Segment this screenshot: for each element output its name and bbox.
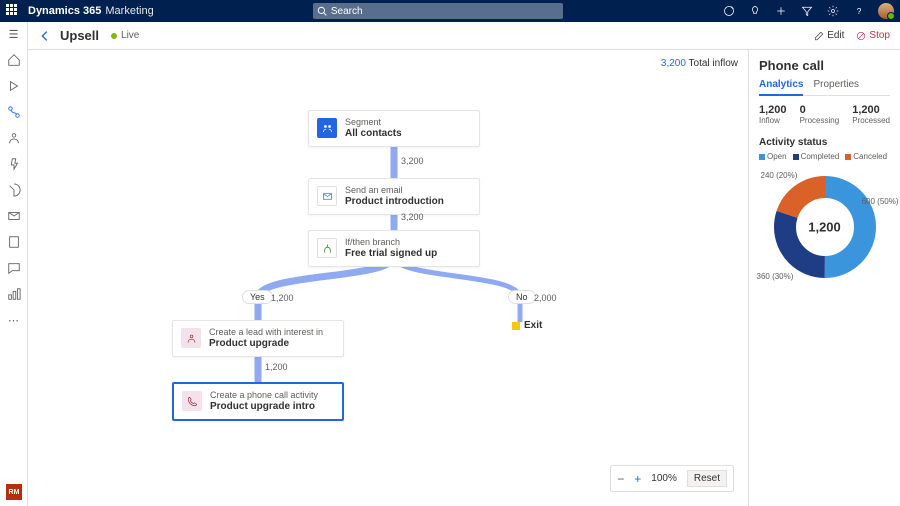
tab-properties[interactable]: Properties <box>813 79 859 95</box>
area-switcher-badge[interactable]: RM <box>6 484 22 500</box>
stop-icon <box>856 31 866 41</box>
conn-seg-email: 3,200 <box>401 156 424 166</box>
page-header: Upsell Live Edit Stop <box>28 22 900 50</box>
email-icon <box>317 186 337 206</box>
back-icon[interactable] <box>38 29 52 43</box>
branch-yes-label: Yes <box>242 290 273 304</box>
exit-icon <box>512 322 520 330</box>
stat-processed: 1,200Processed <box>852 104 890 125</box>
add-icon[interactable] <box>774 4 788 18</box>
product-name: Dynamics 365Marketing <box>28 5 154 17</box>
tab-analytics[interactable]: Analytics <box>759 79 803 96</box>
legend: Open Completed Canceled <box>759 152 890 161</box>
branch-no-label: No <box>508 290 536 304</box>
lightbulb-icon[interactable] <box>748 4 762 18</box>
user-avatar[interactable] <box>878 3 894 19</box>
nav-email-icon[interactable] <box>6 208 22 224</box>
app-launcher-icon[interactable] <box>6 4 20 18</box>
branch-no-count: 2,000 <box>534 293 557 303</box>
exit-marker: Exit <box>512 320 542 331</box>
activity-status-title: Activity status <box>759 137 890 148</box>
assistant-icon[interactable] <box>722 4 736 18</box>
edit-button[interactable]: Edit <box>814 30 844 41</box>
search-icon <box>317 6 327 16</box>
filter-icon[interactable] <box>800 4 814 18</box>
global-header: Dynamics 365Marketing Search ? <box>0 0 900 22</box>
zoom-reset-button[interactable]: Reset <box>687 470 727 487</box>
donut-label-open: 600 (50%) <box>862 197 899 206</box>
node-segment[interactable]: SegmentAll contacts <box>308 110 480 147</box>
zoom-out-button[interactable]: − <box>617 472 624 486</box>
nav-journeys-icon[interactable] <box>6 104 22 120</box>
page-title: Upsell <box>60 28 99 43</box>
stop-button[interactable]: Stop <box>856 30 890 41</box>
svg-text:?: ? <box>857 7 862 16</box>
nav-segments-icon[interactable] <box>6 182 22 198</box>
zoom-percent: 100% <box>651 473 677 484</box>
conn-email-branch: 3,200 <box>401 212 424 222</box>
donut-label-canceled: 240 (20%) <box>761 171 798 180</box>
nav-recent-icon[interactable] <box>6 78 22 94</box>
nav-chat-icon[interactable] <box>6 260 22 276</box>
activity-status-donut: 1,200 240 (20%) 600 (50%) 360 (30%) <box>765 167 885 287</box>
nav-home-icon[interactable] <box>6 52 22 68</box>
donut-label-completed: 360 (30%) <box>757 272 794 281</box>
left-nav-rail: ☰ ⋯ RM <box>0 22 28 506</box>
segment-icon <box>317 118 337 138</box>
stat-processing: 0Processing <box>800 104 840 125</box>
global-search-input[interactable]: Search <box>313 3 563 19</box>
status-label: Live <box>121 30 139 41</box>
panel-title: Phone call <box>759 58 890 73</box>
nav-form-icon[interactable] <box>6 234 22 250</box>
nav-pin-icon[interactable] <box>6 156 22 172</box>
lead-icon <box>181 328 201 348</box>
node-phone-call[interactable]: Create a phone call activityProduct upgr… <box>172 382 344 421</box>
nav-more-icon[interactable]: ⋯ <box>6 312 22 328</box>
donut-center-value: 1,200 <box>808 220 841 235</box>
node-branch[interactable]: If/then branchFree trial signed up <box>308 230 480 267</box>
node-email[interactable]: Send an emailProduct introduction <box>308 178 480 215</box>
phone-icon <box>182 391 202 411</box>
nav-contacts-icon[interactable] <box>6 130 22 146</box>
journey-canvas[interactable]: 3,200 Total inflow SegmentAll contacts <box>28 50 748 506</box>
nav-menu-icon[interactable]: ☰ <box>6 26 22 42</box>
stat-inflow: 1,200Inflow <box>759 104 787 125</box>
status-dot-icon <box>111 33 117 39</box>
help-icon[interactable]: ? <box>852 4 866 18</box>
branch-icon <box>317 238 337 258</box>
conn-lead-phone: 1,200 <box>265 362 288 372</box>
settings-icon[interactable] <box>826 4 840 18</box>
node-lead[interactable]: Create a lead with interest inProduct up… <box>172 320 344 357</box>
properties-panel: Phone call Analytics Properties 1,200Inf… <box>748 50 900 506</box>
branch-yes-count: 1,200 <box>271 293 294 303</box>
edit-icon <box>814 31 824 41</box>
zoom-controls: − + 100% Reset <box>610 465 734 492</box>
zoom-in-button[interactable]: + <box>634 472 641 486</box>
nav-analytics-icon[interactable] <box>6 286 22 302</box>
